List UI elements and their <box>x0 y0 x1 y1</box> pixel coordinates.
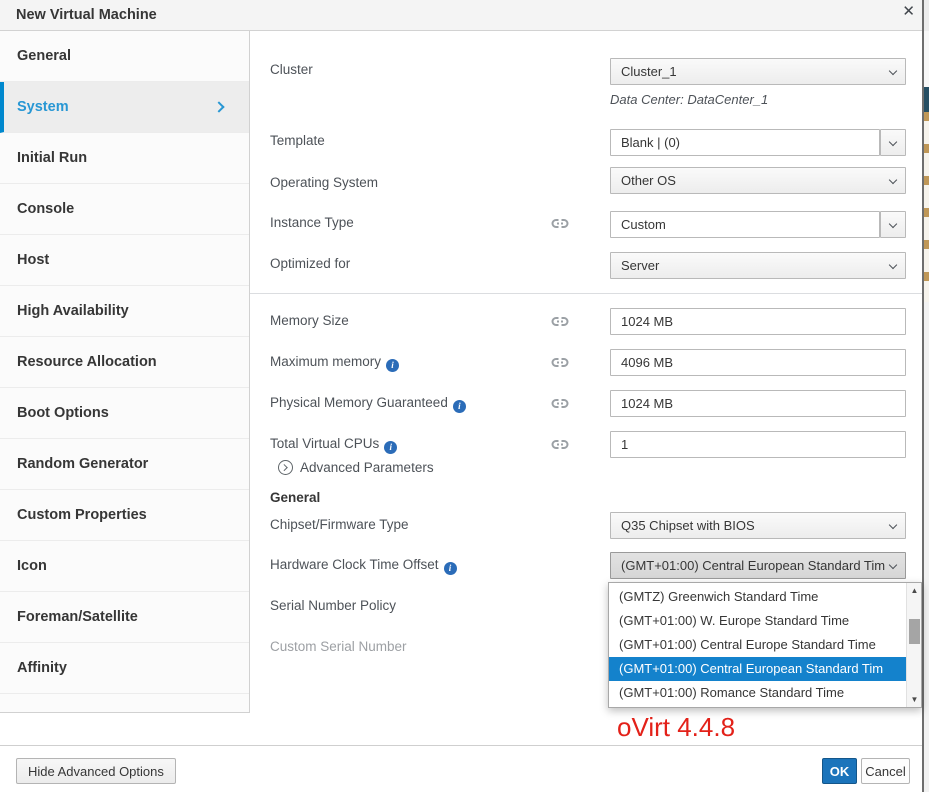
timezone-options: (GMTZ) Greenwich Standard Time (GMT+01:0… <box>609 585 906 705</box>
memory-size-label: Memory Size <box>270 313 349 328</box>
cluster-select[interactable]: Cluster_1 <box>610 58 906 85</box>
serial-policy-label: Serial Number Policy <box>270 598 396 613</box>
background-bleed <box>922 0 929 792</box>
datacenter-note: Data Center: DataCenter_1 <box>610 92 768 107</box>
general-section-heading: General <box>270 490 320 505</box>
info-icon[interactable]: i <box>386 359 399 372</box>
ok-button[interactable]: OK <box>822 758 857 784</box>
ovirt-version-label: oVirt 4.4.8 <box>617 712 735 743</box>
new-vm-dialog: New Virtual Machine ✕ General System Ini… <box>0 0 929 792</box>
maximum-memory-input[interactable] <box>610 349 906 376</box>
dialog-sidebar: General System Initial Run Console Host … <box>0 31 250 713</box>
chevron-down-icon <box>889 521 897 529</box>
timezone-option[interactable]: (GMT+01:00) Romance Standard Time <box>609 681 906 705</box>
operating-system-label: Operating System <box>270 175 378 190</box>
instance-type-input[interactable] <box>610 211 880 238</box>
unlink-chain-icon <box>551 439 569 450</box>
timezone-option[interactable]: (GMT+01:00) Central Europe Standard Time <box>609 633 906 657</box>
sidebar-item-foreman-satellite[interactable]: Foreman/Satellite <box>0 592 249 643</box>
info-icon[interactable]: i <box>384 441 397 454</box>
cluster-label: Cluster <box>270 62 313 77</box>
total-vcpus-label: Total Virtual CPUsi <box>270 436 397 454</box>
operating-system-select[interactable]: Other OS <box>610 167 906 194</box>
chipset-label: Chipset/Firmware Type <box>270 517 409 532</box>
expand-chevron-icon <box>278 460 293 475</box>
sidebar-item-general[interactable]: General <box>0 31 249 82</box>
sidebar-item-resource-allocation[interactable]: Resource Allocation <box>0 337 249 388</box>
instance-type-combobox <box>610 211 906 238</box>
physical-memory-label: Physical Memory Guaranteedi <box>270 395 466 413</box>
scroll-down-icon[interactable]: ▼ <box>907 693 922 706</box>
chevron-down-icon <box>889 561 897 569</box>
timezone-option[interactable]: (GMT+01:00) W. Europe Standard Time <box>609 609 906 633</box>
dropdown-scrollbar[interactable]: ▲ ▼ <box>906 583 921 707</box>
sidebar-item-initial-run[interactable]: Initial Run <box>0 133 249 184</box>
timezone-option[interactable]: (GMTZ) Greenwich Standard Time <box>609 585 906 609</box>
hw-clock-select[interactable]: (GMT+01:00) Central European Standard Ti… <box>610 552 906 579</box>
dialog-titlebar: New Virtual Machine <box>0 0 922 31</box>
dialog-title: New Virtual Machine <box>0 7 157 23</box>
physical-memory-input[interactable] <box>610 390 906 417</box>
memory-size-input[interactable] <box>610 308 906 335</box>
section-divider <box>250 293 922 294</box>
timezone-option-selected[interactable]: (GMT+01:00) Central European Standard Ti… <box>609 657 906 681</box>
sidebar-item-affinity[interactable]: Affinity <box>0 643 249 694</box>
template-combobox <box>610 129 906 156</box>
chevron-right-icon <box>213 101 224 112</box>
hide-advanced-options-button[interactable]: Hide Advanced Options <box>16 758 176 784</box>
custom-serial-label: Custom Serial Number <box>270 639 407 654</box>
chevron-down-icon <box>889 261 897 269</box>
unlink-chain-icon <box>551 218 569 229</box>
sidebar-item-custom-properties[interactable]: Custom Properties <box>0 490 249 541</box>
scroll-up-icon[interactable]: ▲ <box>907 584 922 597</box>
instance-type-dropdown-button[interactable] <box>880 211 906 238</box>
template-dropdown-button[interactable] <box>880 129 906 156</box>
template-input[interactable] <box>610 129 880 156</box>
footer-divider <box>0 745 929 746</box>
template-label: Template <box>270 133 325 148</box>
scrollbar-thumb[interactable] <box>909 619 920 644</box>
chevron-down-icon <box>889 176 897 184</box>
total-vcpus-input[interactable] <box>610 431 906 458</box>
chevron-down-icon <box>889 138 897 146</box>
maximum-memory-label: Maximum memoryi <box>270 354 399 372</box>
chipset-select[interactable]: Q35 Chipset with BIOS <box>610 512 906 539</box>
sidebar-item-boot-options[interactable]: Boot Options <box>0 388 249 439</box>
close-icon[interactable]: ✕ <box>902 3 915 21</box>
info-icon[interactable]: i <box>444 562 457 575</box>
sidebar-item-host[interactable]: Host <box>0 235 249 286</box>
sidebar-item-icon[interactable]: Icon <box>0 541 249 592</box>
chevron-down-icon <box>889 67 897 75</box>
sidebar-item-console[interactable]: Console <box>0 184 249 235</box>
unlink-chain-icon <box>551 316 569 327</box>
sidebar-item-random-generator[interactable]: Random Generator <box>0 439 249 490</box>
instance-type-label: Instance Type <box>270 215 354 230</box>
timezone-dropdown-panel: (GMTZ) Greenwich Standard Time (GMT+01:0… <box>608 582 922 708</box>
unlink-chain-icon <box>551 357 569 368</box>
info-icon[interactable]: i <box>453 400 466 413</box>
hw-clock-label: Hardware Clock Time Offseti <box>270 557 457 575</box>
optimized-for-label: Optimized for <box>270 256 350 271</box>
optimized-for-select[interactable]: Server <box>610 252 906 279</box>
chevron-down-icon <box>889 220 897 228</box>
sidebar-item-high-availability[interactable]: High Availability <box>0 286 249 337</box>
cancel-button[interactable]: Cancel <box>861 758 910 784</box>
advanced-parameters-toggle[interactable]: Advanced Parameters <box>278 460 434 475</box>
sidebar-item-system[interactable]: System <box>0 82 249 133</box>
unlink-chain-icon <box>551 398 569 409</box>
